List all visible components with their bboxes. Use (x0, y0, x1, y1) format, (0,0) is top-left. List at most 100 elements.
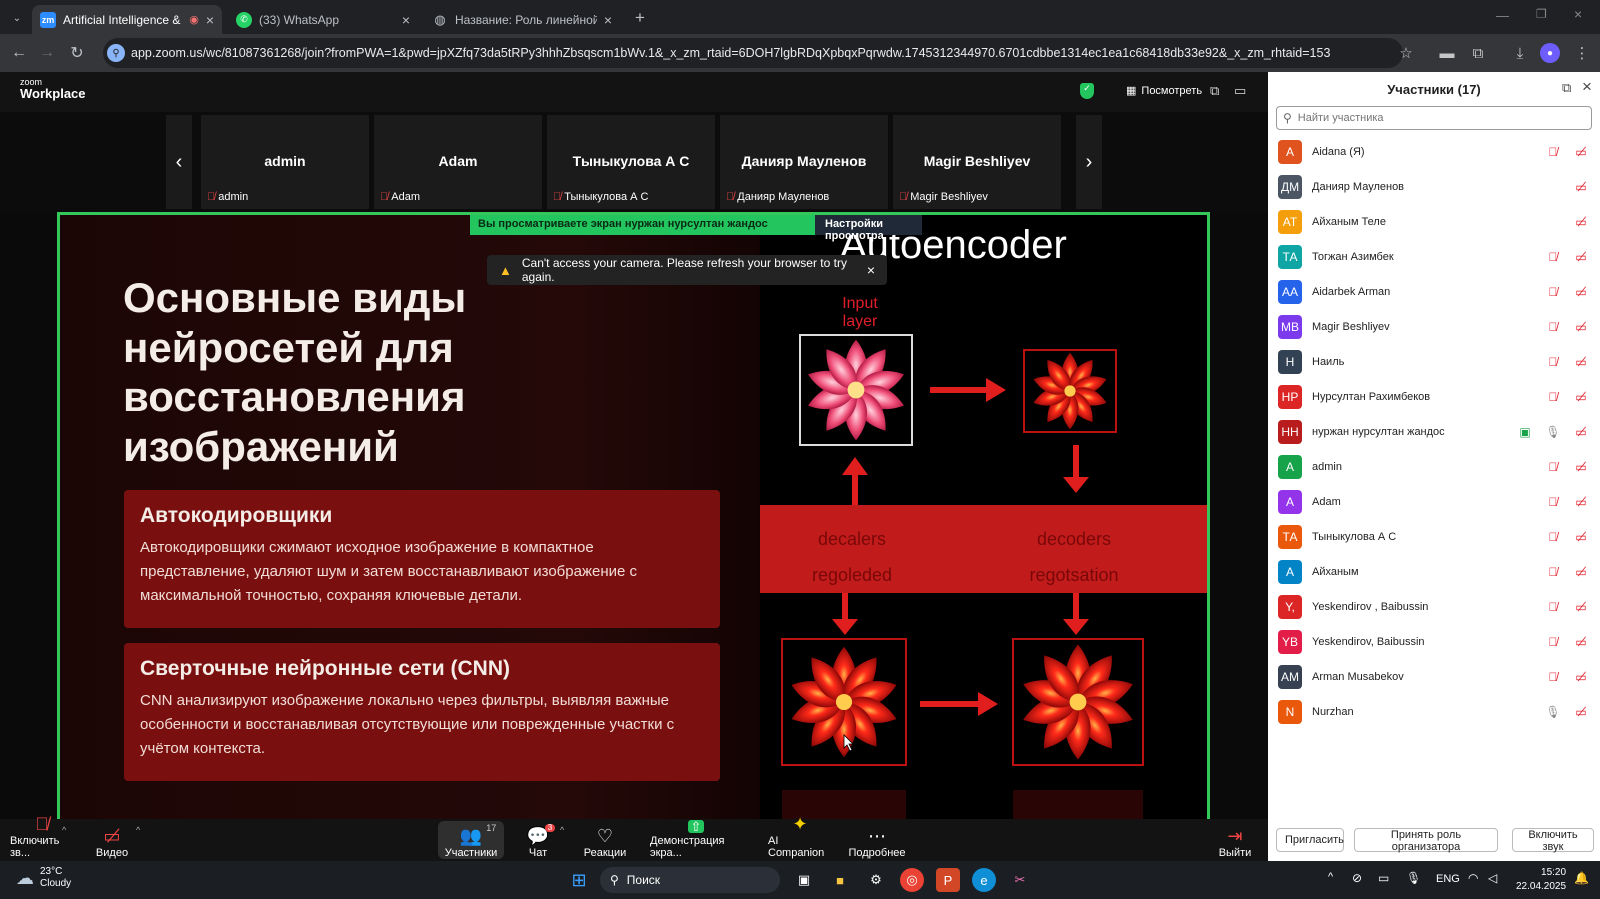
profile-avatar-icon[interactable]: ● (1540, 43, 1560, 63)
leave-button[interactable]: ⇥ Выйти (1214, 821, 1256, 859)
volume-icon[interactable]: ◁ (1488, 871, 1497, 885)
minimize-icon[interactable]: — (1496, 8, 1509, 23)
participant-row[interactable]: НР Нурсултан Рахимбеков 🎙̸ ▭̸ (1268, 379, 1600, 414)
clock[interactable]: 15:20 22.04.2025 (1516, 866, 1566, 893)
weather-widget[interactable]: ☁ 23°C Cloudy (16, 866, 71, 890)
participants-button[interactable]: 👥 17 Участники (438, 821, 504, 859)
microphone-icon[interactable]: 🎙 (1406, 871, 1421, 885)
slide-title: Основные виды нейросетей для восстановле… (123, 274, 467, 470)
video-options-caret-icon[interactable]: ^ (136, 825, 140, 835)
video-off-icon: ▭̸ (1575, 354, 1587, 369)
unmute-button[interactable]: 🎙̸ Включить зв... (4, 815, 80, 859)
forward-icon[interactable]: → (36, 42, 58, 64)
file-explorer-icon[interactable]: ■ (828, 868, 852, 892)
snipping-tool-icon[interactable]: ✂ (1008, 868, 1032, 892)
windows-start-icon[interactable]: ⊞ (567, 868, 591, 892)
audio-options-caret-icon[interactable]: ^ (62, 825, 66, 835)
claim-host-button[interactable]: Принять роль организатора (1354, 828, 1498, 853)
battery-icon[interactable]: ▭ (1378, 871, 1389, 885)
tab-zoom[interactable]: zm Artificial Intelligence & App ◉ × (32, 5, 222, 34)
search-input[interactable] (1297, 112, 1568, 124)
close-panel-icon[interactable]: × (1582, 77, 1592, 97)
participant-row[interactable]: Y, Yeskendirov , Baibussin 🎙̸ ▭̸ (1268, 589, 1600, 624)
tab-title: (33) WhatsApp (259, 12, 340, 27)
view-button[interactable]: ▦ Посмотреть (1126, 84, 1202, 98)
recording-icon: ◉ (189, 14, 199, 26)
chrome-icon[interactable]: ◎ (900, 868, 924, 892)
bookmark-star-icon[interactable]: ☆ (1396, 43, 1416, 63)
participant-row[interactable]: A Adam 🎙̸ ▭̸ (1268, 484, 1600, 519)
download-icon[interactable]: ⤓ (1510, 43, 1530, 63)
participant-row[interactable]: N Nurzhan 🎙 ▭̸ (1268, 694, 1600, 729)
avatar: Y, (1278, 594, 1302, 619)
powerpoint-icon[interactable]: P (936, 868, 960, 892)
restore-icon[interactable]: ❐ (1536, 7, 1547, 21)
view-settings-button[interactable]: Настройки просмотра (815, 215, 922, 242)
more-button[interactable]: ⋯ Подробнее (846, 821, 908, 859)
back-icon[interactable]: ← (8, 42, 30, 64)
video-tile[interactable]: Тыныкулова А С 🎙̸ Тыныкулова А С (547, 115, 715, 209)
browser-menu-icon[interactable]: ⋮ (1572, 43, 1592, 63)
participant-row[interactable]: НН нуржан нурсултан жандос ▣ 🎙 ▭̸ (1268, 414, 1600, 449)
chat-options-caret-icon[interactable]: ^ (560, 825, 564, 835)
reactions-button[interactable]: ♡ Реакции (578, 821, 632, 859)
participant-row[interactable]: ДМ Данияр Мауленов ▭̸ (1268, 169, 1600, 204)
participant-row[interactable]: A Айханым 🎙̸ ▭̸ (1268, 554, 1600, 589)
close-tab-icon[interactable]: × (604, 12, 612, 28)
tab-whatsapp[interactable]: ✆ (33) WhatsApp × (228, 5, 418, 34)
video-tile[interactable]: Adam 🎙̸ Adam (374, 115, 542, 209)
chat-button[interactable]: 💬 3 Чат (518, 821, 558, 859)
invite-button[interactable]: Пригласить (1276, 828, 1344, 852)
edge-icon[interactable]: e (972, 868, 996, 892)
video-tile[interactable]: Magir Beshliyev 🎙̸ Magir Beshliyev (893, 115, 1061, 209)
participant-name: Aidarbek Arman (1312, 285, 1391, 298)
strip-prev-button[interactable]: ‹ (166, 115, 192, 209)
close-tab-icon[interactable]: × (402, 12, 410, 28)
fullscreen-icon[interactable]: ▭ (1234, 83, 1246, 99)
new-tab-icon[interactable]: + (630, 8, 650, 28)
avatar: A (1278, 489, 1302, 514)
close-window-icon[interactable]: × (1574, 6, 1582, 22)
participant-row[interactable]: Н Наиль 🎙̸ ▭̸ (1268, 344, 1600, 379)
video-tile[interactable]: Данияр Мауленов 🎙̸ Данияр Мауленов (720, 115, 888, 209)
participant-row[interactable]: MB Magir Beshliyev 🎙̸ ▭̸ (1268, 309, 1600, 344)
tab-search-icon[interactable]: ⌄ (8, 9, 26, 27)
reload-icon[interactable]: ↻ (66, 42, 88, 64)
wifi-icon[interactable]: ◠ (1468, 871, 1478, 885)
participant-row[interactable]: A Aidana (Я) 🎙̸ ▭̸ (1268, 134, 1600, 169)
notification-bell-icon[interactable]: 🔔 (1574, 871, 1589, 885)
share-screen-button[interactable]: ⇧ Демонстрация экра... (644, 820, 748, 859)
language-indicator[interactable]: ENG (1436, 873, 1460, 885)
url-bar[interactable]: ⚲ app.zoom.us/wc/81087361268/join?fromPW… (103, 38, 1403, 68)
site-info-icon[interactable]: ⚲ (107, 44, 125, 62)
extensions-icon[interactable]: ⧉ (1468, 43, 1488, 63)
settings-gear-icon[interactable]: ⚙ (864, 868, 888, 892)
taskbar-search[interactable]: ⚲ Поиск (600, 867, 780, 893)
sidebar-icon[interactable]: ▬ (1437, 43, 1457, 63)
popout-icon[interactable]: ⧉ (1210, 83, 1219, 99)
close-toast-icon[interactable]: × (867, 262, 875, 278)
network-off-icon[interactable]: ⊘ (1352, 871, 1362, 885)
close-tab-icon[interactable]: × (206, 12, 214, 28)
participant-row[interactable]: Aadmin 🎙̸ ▭̸ (1268, 449, 1600, 484)
participant-search[interactable]: ⚲ (1276, 106, 1592, 130)
participant-row[interactable]: AM Arman Musabekov 🎙̸ ▭̸ (1268, 659, 1600, 694)
whatsapp-icon: ✆ (236, 11, 252, 28)
unmute-audio-button[interactable]: Включить звук (1512, 828, 1594, 853)
video-button[interactable]: ▭̸ Видео (88, 821, 136, 859)
video-tile[interactable]: admin 🎙̸ admin (201, 115, 369, 209)
globe-icon: ◍ (434, 11, 446, 27)
popout-panel-icon[interactable]: ⧉ (1562, 80, 1571, 96)
strip-next-button[interactable]: › (1076, 115, 1102, 209)
tray-overflow-icon[interactable]: ^ (1328, 871, 1333, 883)
participant-row[interactable]: YB Yeskendirov, Baibussin 🎙̸ ▭̸ (1268, 624, 1600, 659)
encryption-shield-icon[interactable]: ✓ (1080, 83, 1094, 99)
mic-off-icon: 🎙̸ (1548, 669, 1558, 684)
task-view-icon[interactable]: ▣ (792, 868, 816, 892)
participant-row[interactable]: АТ Айханым Теле ▭̸ (1268, 204, 1600, 239)
ai-companion-button[interactable]: ✦ AI Companion (762, 815, 838, 859)
participant-row[interactable]: ТА Тыныкулова А С 🎙̸ ▭̸ (1268, 519, 1600, 554)
participant-row[interactable]: ТА Тогжан Азимбек 🎙̸ ▭̸ (1268, 239, 1600, 274)
tab-article[interactable]: ◍ Название: Роль линейной ал × (424, 5, 620, 34)
participant-row[interactable]: AA Aidarbek Arman 🎙̸ ▭̸ (1268, 274, 1600, 309)
